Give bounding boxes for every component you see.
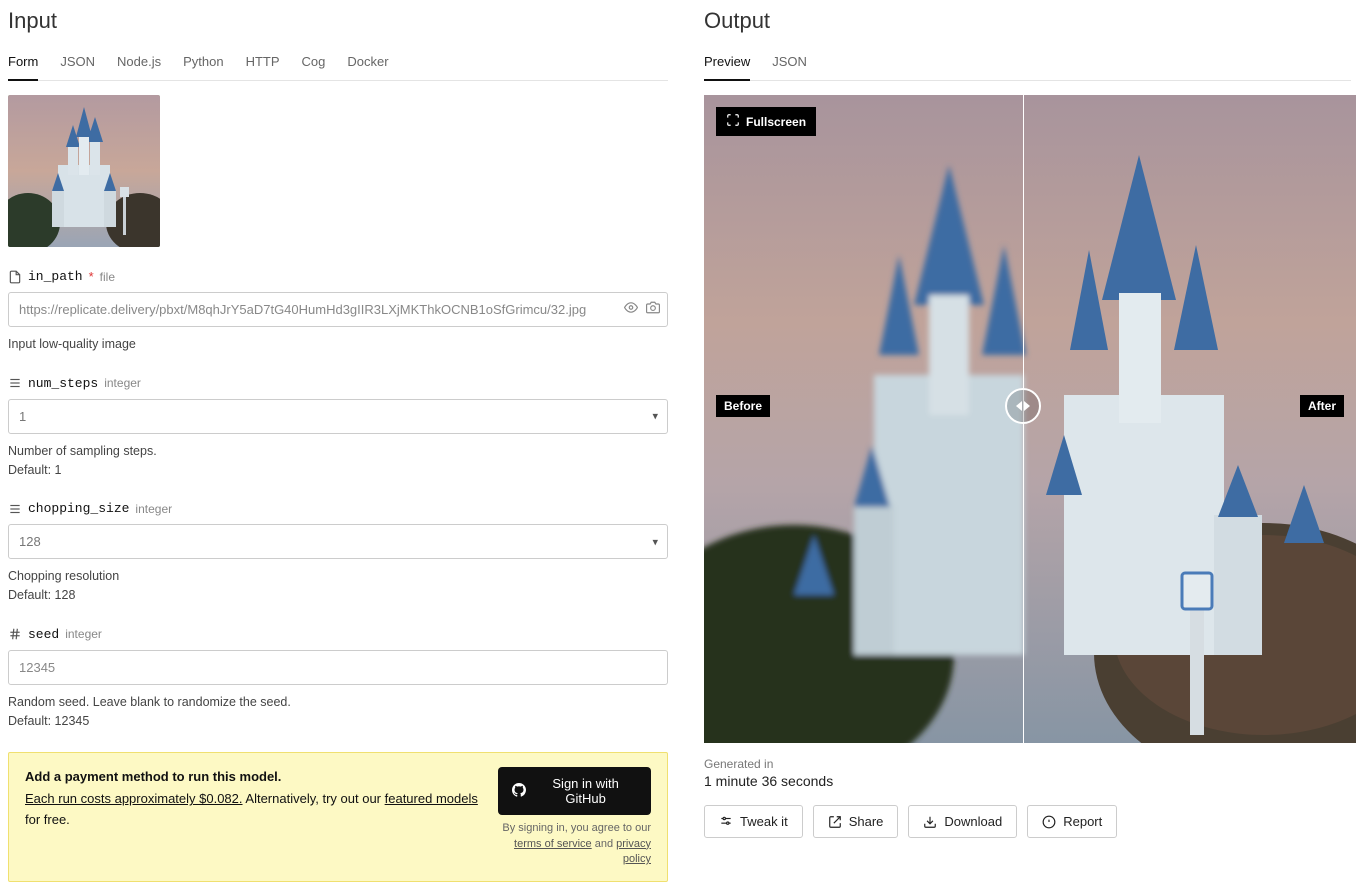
legal-text: By signing in, you agree to our terms of… xyxy=(498,821,651,867)
field-default: Default: 12345 xyxy=(8,714,89,728)
output-title: Output xyxy=(704,8,1351,34)
generated-time: 1 minute 36 seconds xyxy=(704,773,1351,789)
tab-nodejs[interactable]: Node.js xyxy=(117,48,161,80)
sliders-icon xyxy=(8,376,22,390)
banner-for-free: for free. xyxy=(25,812,70,827)
input-tabs: Form JSON Node.js Python HTTP Cog Docker xyxy=(8,48,668,81)
field-name: num_steps xyxy=(28,376,98,391)
field-helper: Input low-quality image xyxy=(8,335,668,354)
input-panel: Input Form JSON Node.js Python HTTP Cog … xyxy=(8,8,668,882)
sliders-icon xyxy=(8,502,22,516)
compare-handle[interactable] xyxy=(1005,388,1041,424)
field-label-chopping-size: chopping_size integer xyxy=(8,501,668,516)
field-helper: Number of sampling steps. xyxy=(8,444,157,458)
sign-in-github-button[interactable]: Sign in with GitHub xyxy=(498,767,651,815)
tab-python[interactable]: Python xyxy=(183,48,223,80)
tab-http[interactable]: HTTP xyxy=(246,48,280,80)
field-type: file xyxy=(100,270,115,284)
cost-link[interactable]: Each run costs approximately $0.082. xyxy=(25,791,243,806)
alert-icon xyxy=(1042,815,1056,829)
input-title: Input xyxy=(8,8,668,34)
tab-docker[interactable]: Docker xyxy=(347,48,388,80)
tab-json-out[interactable]: JSON xyxy=(772,48,807,80)
preview-icon[interactable] xyxy=(624,300,638,319)
field-in-path: in_path * file Input low-quality image xyxy=(8,269,668,354)
download-icon xyxy=(923,815,937,829)
required-mark: * xyxy=(89,269,94,284)
before-badge: Before xyxy=(716,395,770,417)
field-chopping-size: chopping_size integer ▾ Chopping resolut… xyxy=(8,501,668,605)
field-label-seed: seed integer xyxy=(8,627,668,642)
tab-form[interactable]: Form xyxy=(8,48,38,81)
sliders-icon xyxy=(719,815,733,829)
hash-icon xyxy=(8,627,22,641)
field-type: integer xyxy=(65,627,102,641)
banner-alt-text: Alternatively, try out our xyxy=(243,791,385,806)
file-icon xyxy=(8,270,22,284)
triangle-left-icon xyxy=(1016,401,1022,411)
field-label-num-steps: num_steps integer xyxy=(8,376,668,391)
payment-banner: Add a payment method to run this model. … xyxy=(8,752,668,882)
camera-icon[interactable] xyxy=(646,300,660,319)
field-helper: Chopping resolution xyxy=(8,569,119,583)
download-button[interactable]: Download xyxy=(908,805,1017,838)
field-default: Default: 128 xyxy=(8,588,75,602)
chopping-size-select[interactable] xyxy=(8,524,668,559)
terms-link[interactable]: terms of service xyxy=(514,838,592,850)
fullscreen-button[interactable]: Fullscreen xyxy=(716,107,816,136)
banner-title: Add a payment method to run this model. xyxy=(25,767,480,787)
tab-json-in[interactable]: JSON xyxy=(60,48,95,80)
field-helper: Random seed. Leave blank to randomize th… xyxy=(8,695,291,709)
input-thumbnail[interactable] xyxy=(8,95,160,247)
banner-body: Each run costs approximately $0.082. Alt… xyxy=(25,789,480,829)
share-label: Share xyxy=(849,814,884,829)
sign-in-label: Sign in with GitHub xyxy=(534,776,637,806)
generated-label: Generated in xyxy=(704,757,1351,771)
tweak-label: Tweak it xyxy=(740,814,788,829)
field-type: integer xyxy=(135,502,172,516)
download-label: Download xyxy=(944,814,1002,829)
num-steps-select[interactable] xyxy=(8,399,668,434)
report-label: Report xyxy=(1063,814,1102,829)
github-icon xyxy=(512,783,526,800)
privacy-link[interactable]: privacy policy xyxy=(616,838,651,865)
output-compare-image[interactable]: Fullscreen Before After xyxy=(704,95,1356,743)
tab-cog[interactable]: Cog xyxy=(302,48,326,80)
fullscreen-label: Fullscreen xyxy=(746,115,806,129)
share-icon xyxy=(828,815,842,829)
field-default: Default: 1 xyxy=(8,463,62,477)
field-name: seed xyxy=(28,627,59,642)
output-panel: Output Preview JSON xyxy=(704,8,1351,882)
field-name: chopping_size xyxy=(28,501,129,516)
field-num-steps: num_steps integer ▾ Number of sampling s… xyxy=(8,376,668,480)
fullscreen-icon xyxy=(726,113,740,130)
field-name: in_path xyxy=(28,269,83,284)
output-actions: Tweak it Share Download Report xyxy=(704,805,1351,838)
in-path-input[interactable] xyxy=(8,292,668,327)
after-badge: After xyxy=(1300,395,1344,417)
field-type: integer xyxy=(104,376,141,390)
share-button[interactable]: Share xyxy=(813,805,899,838)
field-seed: seed integer Random seed. Leave blank to… xyxy=(8,627,668,731)
output-tabs: Preview JSON xyxy=(704,48,1351,81)
triangle-right-icon xyxy=(1024,401,1030,411)
field-label-in-path: in_path * file xyxy=(8,269,668,284)
seed-input[interactable] xyxy=(8,650,668,685)
report-button[interactable]: Report xyxy=(1027,805,1117,838)
featured-models-link[interactable]: featured models xyxy=(385,791,478,806)
tab-preview[interactable]: Preview xyxy=(704,48,750,81)
tweak-button[interactable]: Tweak it xyxy=(704,805,803,838)
